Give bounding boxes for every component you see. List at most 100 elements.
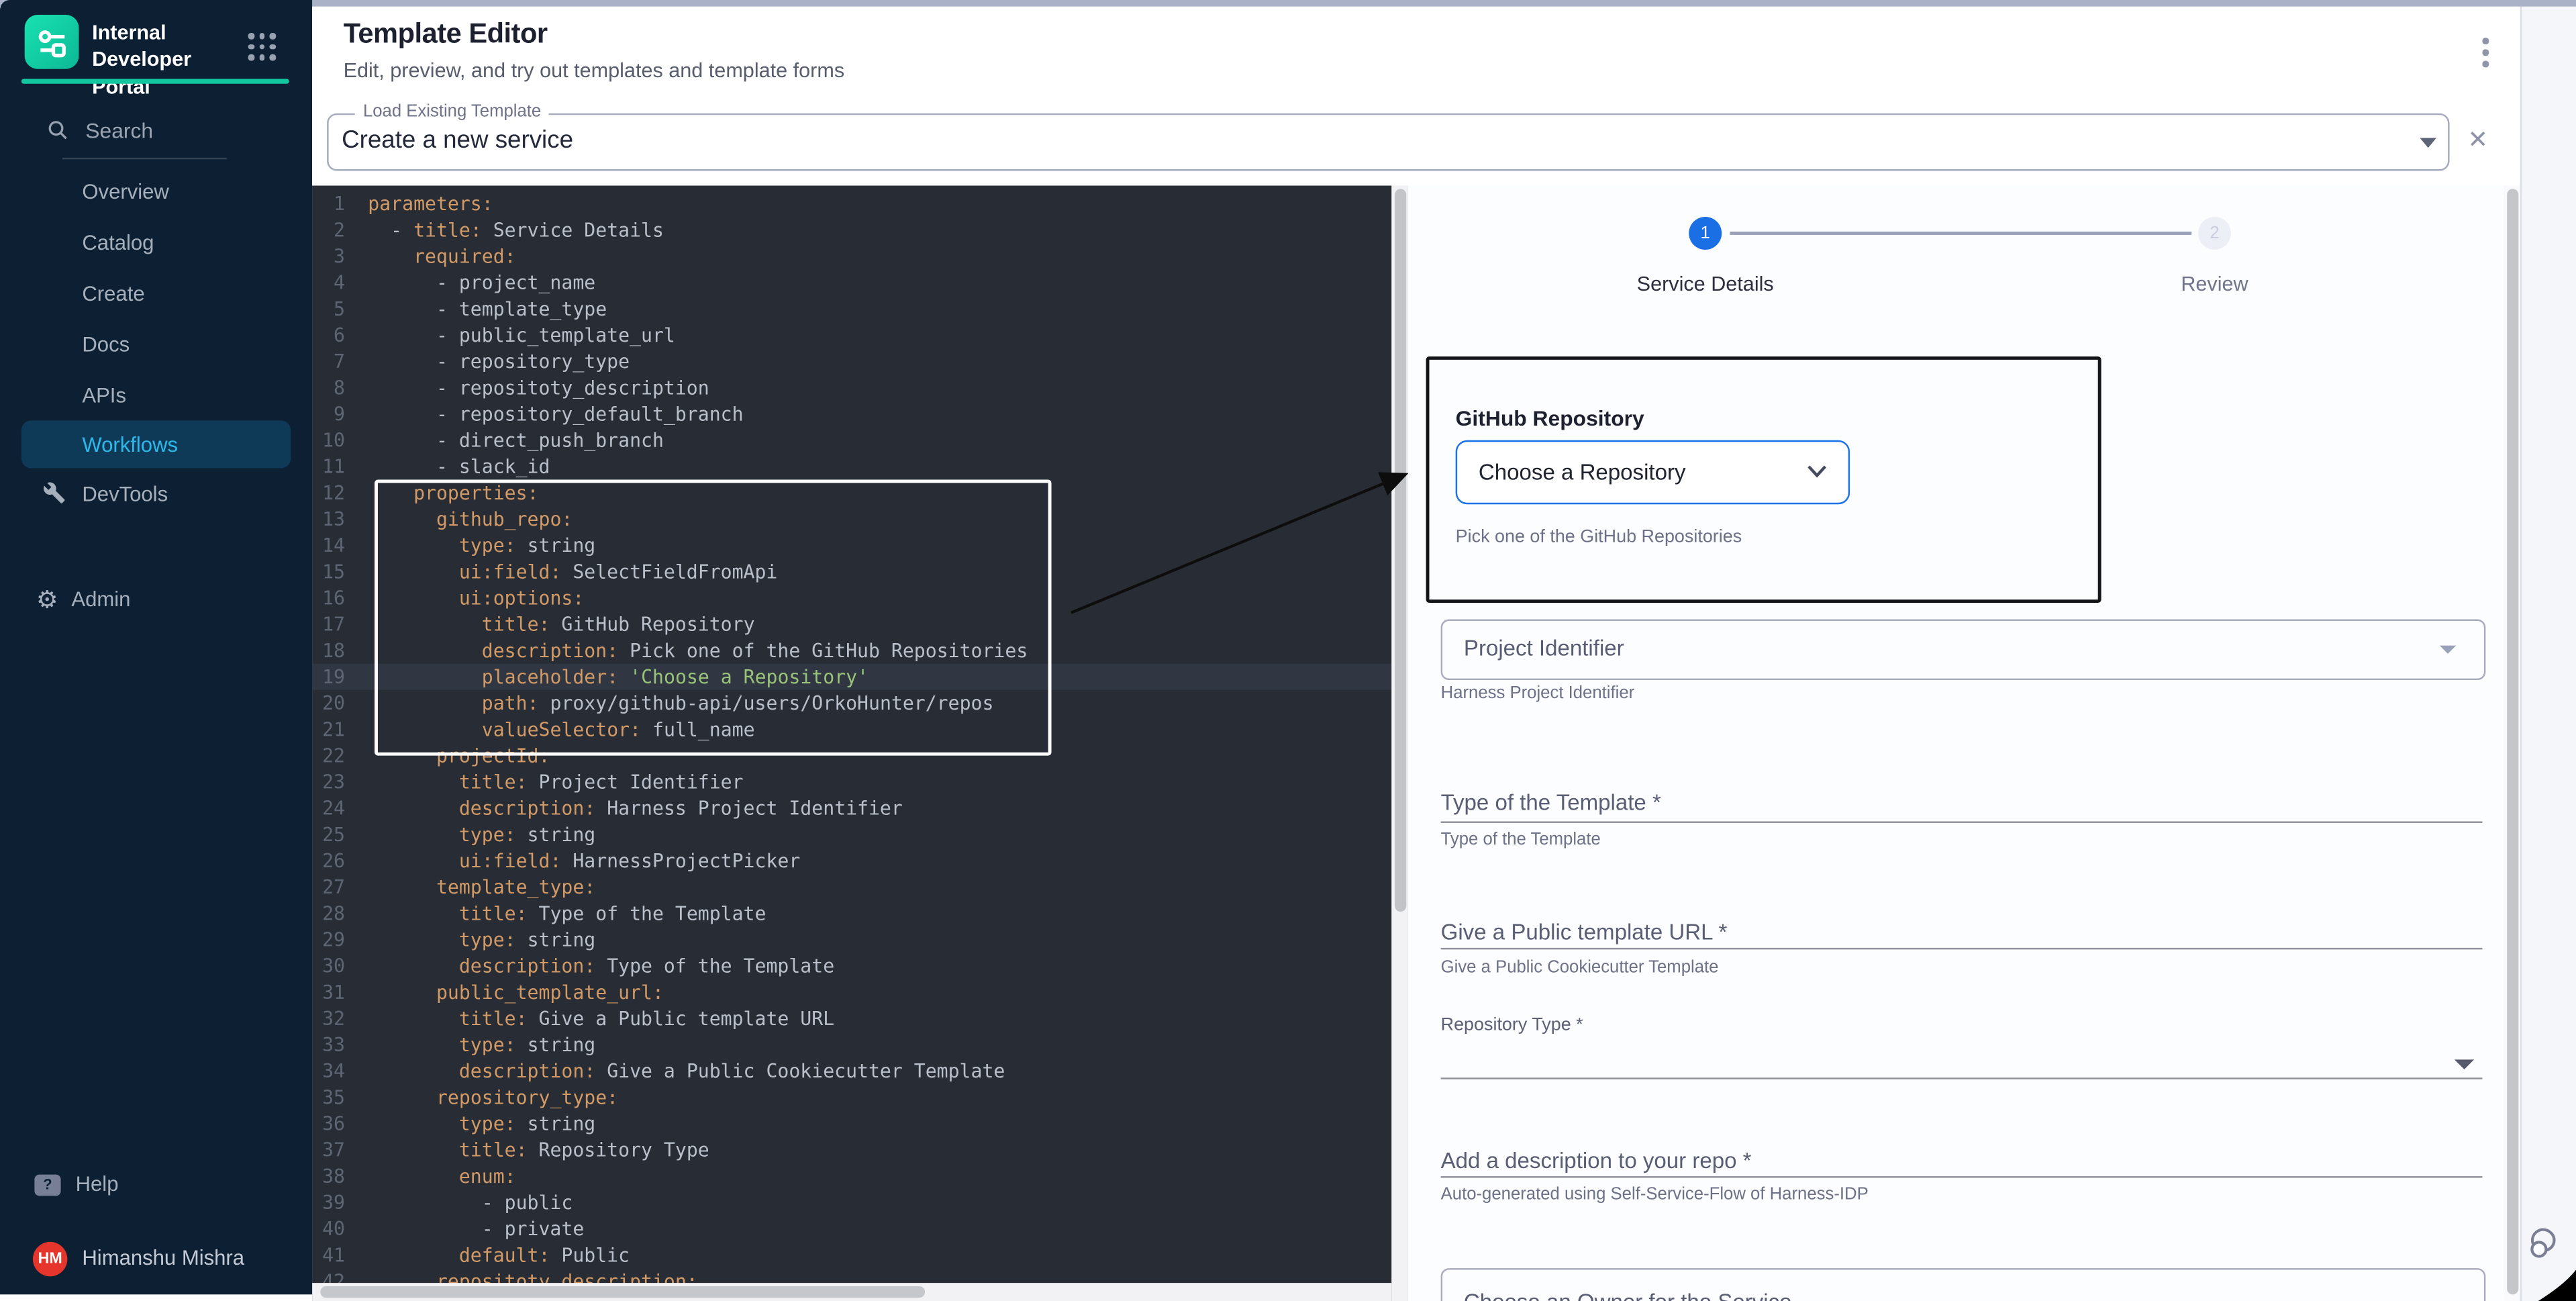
- code-line[interactable]: 1parameters:: [312, 191, 1391, 217]
- code-line[interactable]: 37 title: Repository Type: [312, 1137, 1391, 1163]
- line-number: 17: [312, 611, 345, 637]
- code-line[interactable]: 18 description: Pick one of the GitHub R…: [312, 637, 1391, 663]
- code-line[interactable]: 8 - repositoty_description: [312, 375, 1391, 401]
- sidebar-divider: [62, 158, 227, 159]
- code-line[interactable]: 10 - direct_push_branch: [312, 427, 1391, 453]
- line-number: 16: [312, 585, 345, 611]
- app-grid-icon[interactable]: [248, 33, 275, 60]
- sidebar-item-label: Workflows: [82, 433, 178, 456]
- load-template-select[interactable]: [327, 113, 2449, 171]
- repository-type-label: Repository Type *: [1441, 1015, 1583, 1034]
- sidebar-nav: Overview CatalogCreateDocsAPIs Workflows De…: [0, 166, 312, 519]
- editor-horizontal-scrollbar[interactable]: [312, 1283, 1391, 1301]
- yaml-editor[interactable]: 1parameters:2 - title: Service Details3 …: [312, 186, 1408, 1301]
- code-line[interactable]: 15 ui:field: SelectFieldFromApi: [312, 559, 1391, 585]
- stepper-connector: [1730, 232, 2191, 234]
- editor-vertical-scrollbar[interactable]: [1391, 186, 1407, 1301]
- code-line[interactable]: 34 description: Give a Public Cookiecutt…: [312, 1058, 1391, 1084]
- chevron-down-icon[interactable]: [2455, 1059, 2474, 1069]
- code-line[interactable]: 33 type: string: [312, 1032, 1391, 1058]
- code-line[interactable]: 40 - private: [312, 1216, 1391, 1242]
- code-line[interactable]: 2 - title: Service Details: [312, 217, 1391, 243]
- harness-idp-logo[interactable]: [25, 15, 79, 69]
- scrollbar-thumb[interactable]: [1394, 189, 1405, 912]
- sidebar-item-devtools[interactable]: DevTools: [0, 468, 312, 519]
- code-line[interactable]: 41 default: Public: [312, 1242, 1391, 1268]
- project-identifier-select[interactable]: Project Identifier: [1441, 620, 2486, 681]
- sidebar-item-label: Overview: [82, 180, 168, 203]
- code-line[interactable]: 19 placeholder: 'Choose a Repository': [312, 664, 1391, 690]
- code-line[interactable]: 21 valueSelector: full_name: [312, 716, 1391, 742]
- github-repository-select-value: Choose a Repository: [1479, 460, 1686, 485]
- code-line[interactable]: 27 template_type:: [312, 874, 1391, 900]
- sidebar-item-create[interactable]: Create: [0, 268, 312, 319]
- owner-placeholder: Choose an Owner for the Service: [1464, 1290, 1792, 1301]
- line-number: 26: [312, 848, 345, 874]
- form-preview-panel: 1 2 Service Details Review GitHub Reposi…: [1408, 186, 2504, 1301]
- code-line[interactable]: 12 properties:: [312, 480, 1391, 506]
- code-line[interactable]: 20 path: proxy/github-api/users/OrkoHunt…: [312, 690, 1391, 716]
- code-line[interactable]: 14 type: string: [312, 532, 1391, 559]
- code-line[interactable]: 17 title: GitHub Repository: [312, 611, 1391, 637]
- scrollbar-thumb[interactable]: [320, 1286, 925, 1298]
- user-menu[interactable]: HM Himanshu Mishra: [0, 1235, 312, 1282]
- code-line[interactable]: 28 title: Type of the Template: [312, 900, 1391, 926]
- code-line[interactable]: 7 - repository_type: [312, 348, 1391, 375]
- sidebar-item-apis[interactable]: APIs: [0, 370, 312, 421]
- template-url-field-label: Give a Public template URL *: [1441, 920, 1728, 945]
- code-line[interactable]: 13 github_repo:: [312, 506, 1391, 532]
- code-line[interactable]: 31 public_template_url:: [312, 979, 1391, 1005]
- repository-type-underline[interactable]: [1441, 1077, 2483, 1079]
- chat-bubbles-icon[interactable]: [2527, 1222, 2567, 1262]
- code-line[interactable]: 9 - repository_default_branch: [312, 401, 1391, 427]
- code-area[interactable]: 1parameters:2 - title: Service Details3 …: [312, 191, 1391, 1294]
- more-options-icon[interactable]: [2469, 33, 2502, 73]
- gear-icon: ⚙: [36, 587, 58, 612]
- sidebar: Internal Developer Portal Search Overvie…: [0, 0, 312, 1294]
- code-line[interactable]: 36 type: string: [312, 1110, 1391, 1137]
- code-line[interactable]: 6 - public_template_url: [312, 322, 1391, 348]
- line-number: 28: [312, 900, 345, 926]
- code-line[interactable]: 39 - public: [312, 1190, 1391, 1216]
- chevron-down-icon[interactable]: [2420, 138, 2436, 148]
- code-line[interactable]: 5 - template_type: [312, 295, 1391, 322]
- panel-vertical-scrollbar[interactable]: [2504, 186, 2520, 1301]
- code-line[interactable]: 24 description: Harness Project Identifi…: [312, 795, 1391, 821]
- sidebar-item-help[interactable]: ? Help: [0, 1163, 312, 1206]
- code-line[interactable]: 30 description: Type of the Template: [312, 953, 1391, 979]
- repo-description-underline[interactable]: [1441, 1176, 2483, 1178]
- template-url-field-underline[interactable]: [1441, 948, 2483, 950]
- template-type-field-underline[interactable]: [1441, 822, 2483, 824]
- code-line[interactable]: 16 ui:options:: [312, 585, 1391, 611]
- code-line[interactable]: 32 title: Give a Public template URL: [312, 1006, 1391, 1032]
- sidebar-item-workflows[interactable]: Workflows: [21, 420, 291, 468]
- code-line[interactable]: 11 - slack_id: [312, 453, 1391, 479]
- window-top-strip: [0, 0, 2576, 7]
- github-repository-select[interactable]: Choose a Repository: [1456, 440, 1850, 504]
- sidebar-item-docs[interactable]: Docs: [0, 319, 312, 370]
- owner-select[interactable]: Choose an Owner for the Service: [1441, 1268, 2486, 1301]
- sidebar-item-search[interactable]: Search: [0, 109, 312, 152]
- code-line[interactable]: 38 enum:: [312, 1163, 1391, 1189]
- sidebar-item-overview[interactable]: Overview: [0, 166, 312, 217]
- code-line[interactable]: 29 type: string: [312, 926, 1391, 953]
- scrollbar-thumb[interactable]: [2506, 189, 2518, 1294]
- close-icon[interactable]: ✕: [2467, 125, 2488, 154]
- code-line[interactable]: 23 title: Project Identifier: [312, 769, 1391, 795]
- line-number: 39: [312, 1190, 345, 1216]
- stepper-step-2[interactable]: 2: [2198, 217, 2231, 250]
- line-number: 23: [312, 769, 345, 795]
- template-url-helper: Give a Public Cookiecutter Template: [1441, 958, 1719, 977]
- line-number: 10: [312, 427, 345, 453]
- code-line[interactable]: 3 required:: [312, 243, 1391, 269]
- code-line[interactable]: 35 repository_type:: [312, 1084, 1391, 1110]
- chevron-down-icon: [2440, 646, 2456, 654]
- code-line[interactable]: 25 type: string: [312, 822, 1391, 848]
- sidebar-item-catalog[interactable]: Catalog: [0, 217, 312, 268]
- stepper-step-1[interactable]: 1: [1689, 217, 1722, 250]
- code-line[interactable]: 26 ui:field: HarnessProjectPicker: [312, 848, 1391, 874]
- sidebar-item-admin[interactable]: ⚙ Admin: [0, 578, 312, 621]
- code-line[interactable]: 4 - project_name: [312, 269, 1391, 295]
- template-type-field-label: Type of the Template *: [1441, 790, 1661, 815]
- code-line[interactable]: 22 projectId:: [312, 742, 1391, 769]
